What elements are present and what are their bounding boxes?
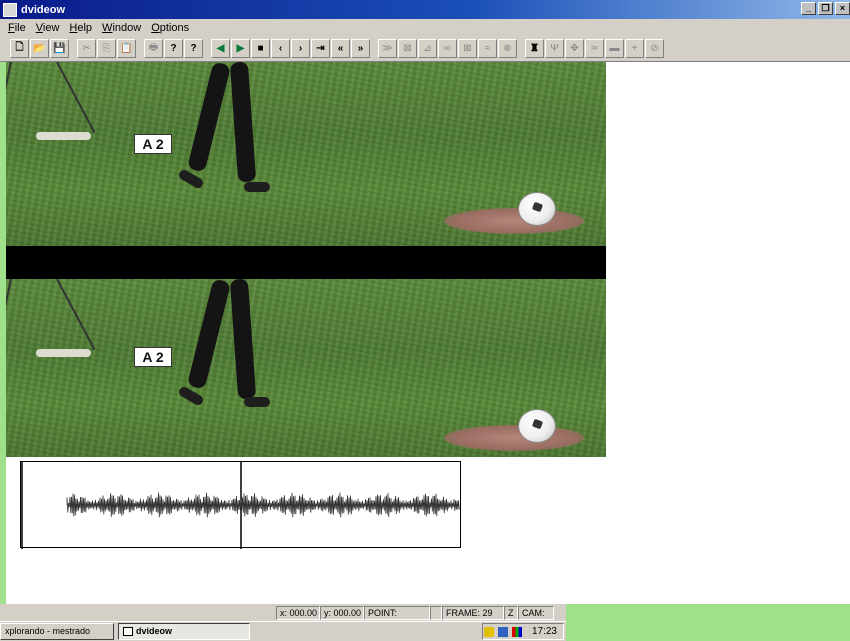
tracking-tool-3-icon[interactable]: ✥ — [565, 39, 584, 58]
video-separator — [6, 246, 606, 279]
copy-icon[interactable]: ⎘ — [97, 39, 116, 58]
open-folder-icon[interactable]: 📂 — [30, 39, 49, 58]
status-y-coordinate: y: 000.00 — [320, 605, 364, 620]
paste-icon[interactable]: 📋 — [117, 39, 136, 58]
tracking-tool-5-icon[interactable]: ▬ — [605, 39, 624, 58]
close-icon[interactable]: × — [835, 2, 850, 15]
help-icon[interactable]: ? — [164, 39, 183, 58]
video-frame-top[interactable]: A 2 — [6, 62, 606, 246]
tracking-tool-2-icon[interactable]: Ψ — [545, 39, 564, 58]
minimize-icon[interactable]: _ — [801, 2, 816, 15]
digitize-tool-3-icon[interactable]: ⊿ — [418, 39, 437, 58]
system-tray: 17:23 — [482, 623, 564, 640]
digitize-tool-6-icon[interactable]: ≈ — [478, 39, 497, 58]
clock: 17:23 — [531, 626, 557, 637]
status-point: POINT: — [364, 605, 430, 620]
status-camera: CAM: — [518, 605, 554, 620]
menu-file[interactable]: File — [8, 22, 26, 34]
video-frame-bottom[interactable]: A 2 — [6, 279, 606, 457]
speaker-icon[interactable] — [483, 626, 494, 637]
menu-bar: File View Help Window Options — [0, 19, 850, 36]
tracking-tool-7-icon[interactable]: ⊘ — [645, 39, 664, 58]
status-x-coordinate: x: 000.00 — [276, 605, 320, 620]
window-controls: _ ❐ × — [801, 2, 850, 15]
menu-help[interactable]: Help — [69, 22, 92, 34]
taskbar-item-dvideow[interactable]: dvideow — [118, 623, 250, 640]
marker-label-card: A 2 — [134, 134, 172, 154]
cut-icon[interactable]: ✂ — [77, 39, 96, 58]
digitize-tool-1-icon[interactable]: ≫ — [378, 39, 397, 58]
taskbar-item-explorer[interactable]: xplorando - mestrado — [0, 623, 114, 640]
print-icon[interactable]: 🖶 — [144, 39, 163, 58]
play-icon[interactable]: ▶ — [231, 39, 250, 58]
taskbar: xplorando - mestrado dvideow 17:23 — [0, 621, 566, 641]
title-bar[interactable]: dvideow _ ❐ × — [0, 0, 850, 19]
window-app-icon — [123, 627, 133, 636]
window-title: dvideow — [21, 3, 66, 16]
menu-window[interactable]: Window — [102, 22, 141, 34]
context-help-icon[interactable]: ? — [184, 39, 203, 58]
new-file-icon[interactable]: 🗋 — [10, 39, 29, 58]
save-icon[interactable]: 💾 — [50, 39, 69, 58]
restore-icon[interactable]: ❐ — [818, 2, 833, 15]
marker-label-card: A 2 — [134, 347, 172, 367]
stop-icon[interactable]: ■ — [251, 39, 270, 58]
tracking-tool-4-icon[interactable]: ≃ — [585, 39, 604, 58]
go-to-end-icon[interactable]: ⇥ — [311, 39, 330, 58]
status-blank — [430, 605, 442, 620]
digitize-tool-5-icon[interactable]: ⊠ — [458, 39, 477, 58]
tracking-tool-1-icon[interactable]: ♜ — [525, 39, 544, 58]
status-z: Z — [504, 605, 518, 620]
waveform-trace — [66, 492, 460, 518]
network-icon[interactable] — [497, 626, 508, 637]
menu-view[interactable]: View — [36, 22, 60, 34]
digitize-tool-7-icon[interactable]: ⊗ — [498, 39, 517, 58]
menu-options[interactable]: Options — [151, 22, 189, 34]
digitize-tool-4-icon[interactable]: ∞ — [438, 39, 457, 58]
waveform-plot — [21, 462, 460, 549]
taskbar-item-label: dvideow — [136, 626, 173, 636]
app-icon — [3, 2, 17, 17]
digitize-tool-2-icon[interactable]: ⊠ — [398, 39, 417, 58]
soccer-ball — [518, 192, 556, 226]
audio-waveform[interactable] — [20, 461, 461, 549]
status-frame: FRAME: 29 — [442, 605, 504, 620]
step-back-icon[interactable]: ‹ — [271, 39, 290, 58]
status-bar: x: 000.00 y: 000.00 POINT: FRAME: 29 Z C… — [0, 604, 566, 621]
step-forward-icon[interactable]: › — [291, 39, 310, 58]
toolbar: 🗋 📂 💾 ✂ ⎘ 📋 🖶 ? ? ◀ ▶ ■ ‹ › ⇥ « » ≫ ⊠ ⊿ … — [0, 36, 850, 62]
soccer-ball — [518, 409, 556, 443]
rewind-icon[interactable]: « — [331, 39, 350, 58]
previous-frame-icon[interactable]: ◀ — [211, 39, 230, 58]
crosshair-tool-icon[interactable]: + — [625, 39, 644, 58]
fast-forward-icon[interactable]: » — [351, 39, 370, 58]
color-icon[interactable] — [511, 626, 522, 637]
